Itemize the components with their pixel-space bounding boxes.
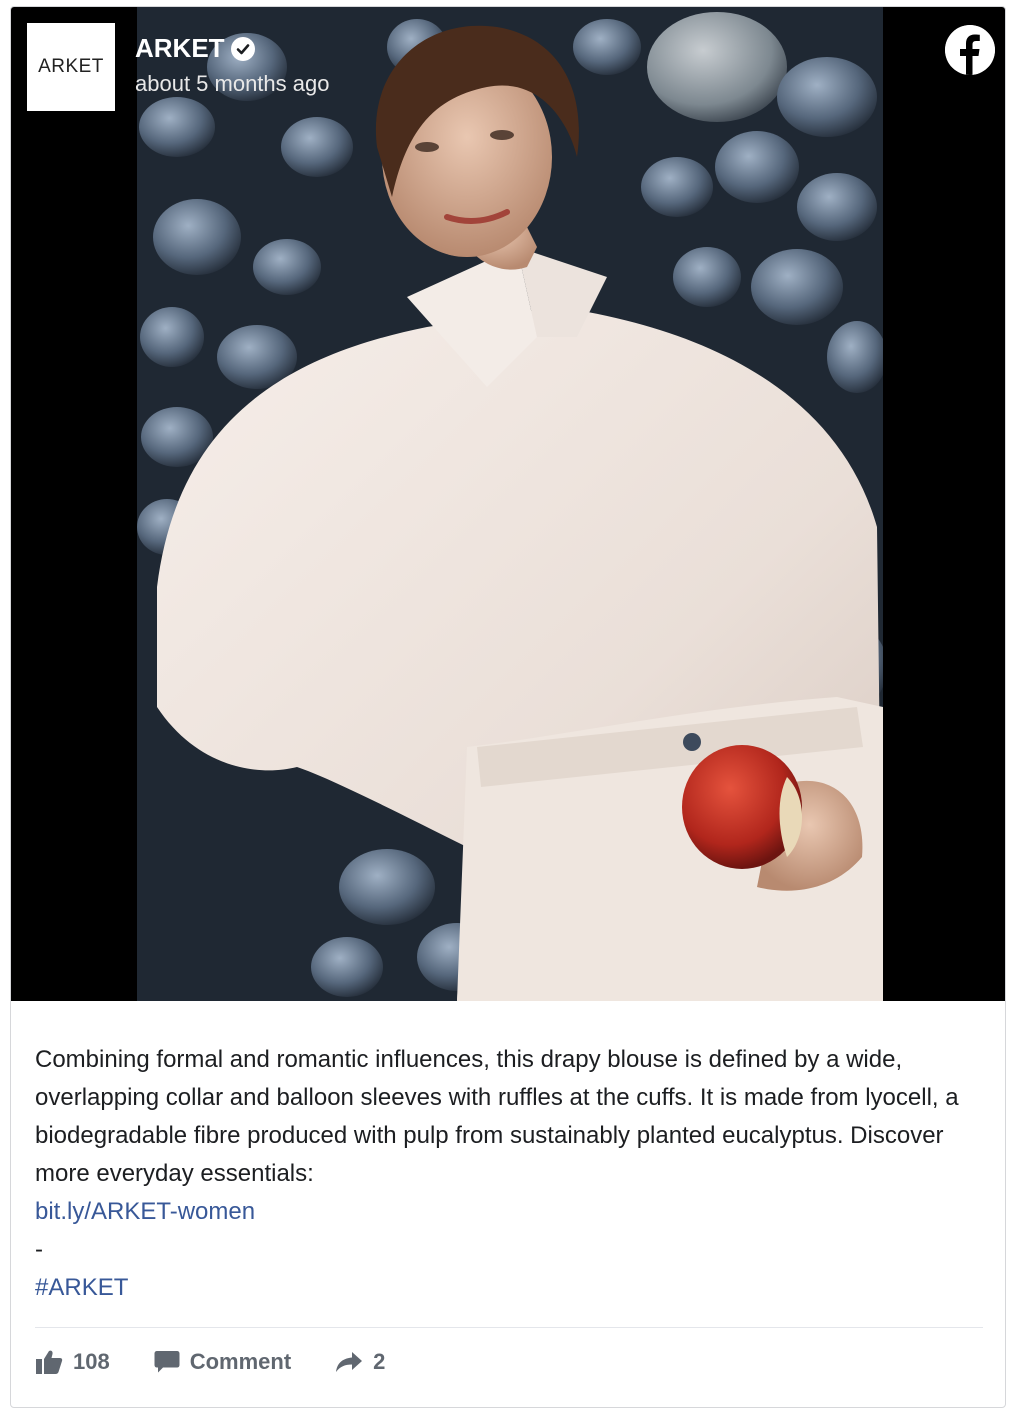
verified-check-icon bbox=[230, 36, 255, 61]
avatar-logo-text: ARKET bbox=[38, 56, 104, 77]
post-media[interactable]: ARKET ARKET about 5 months ago bbox=[11, 7, 1005, 1001]
post-card: ARKET ARKET about 5 months ago Combining… bbox=[10, 6, 1006, 1408]
hashtag-link[interactable]: #ARKET bbox=[35, 1269, 985, 1307]
like-button[interactable]: 108 bbox=[35, 1349, 110, 1375]
post-text: Combining formal and romantic influences… bbox=[35, 1041, 985, 1307]
post-timestamp[interactable]: about 5 months ago bbox=[135, 71, 329, 97]
photo-illustration bbox=[137, 7, 883, 1001]
share-count: 2 bbox=[373, 1349, 386, 1374]
thumbs-up-icon bbox=[35, 1349, 63, 1375]
action-bar: 108 Comment 2 bbox=[35, 1349, 429, 1375]
divider bbox=[35, 1327, 983, 1328]
comment-button[interactable]: Comment bbox=[154, 1349, 291, 1375]
comment-label: Comment bbox=[189, 1349, 292, 1374]
post-body: Combining formal and romantic influences… bbox=[35, 1046, 959, 1187]
share-button[interactable]: 2 bbox=[335, 1349, 385, 1375]
share-arrow-icon bbox=[335, 1351, 363, 1373]
post-photo[interactable] bbox=[137, 7, 883, 1001]
separator: - bbox=[35, 1236, 43, 1263]
page-name[interactable]: ARKET bbox=[135, 33, 225, 64]
page-name-row[interactable]: ARKET bbox=[135, 33, 255, 64]
like-count: 108 bbox=[73, 1349, 110, 1374]
facebook-icon[interactable] bbox=[945, 25, 995, 75]
comment-icon bbox=[154, 1350, 180, 1374]
post-link[interactable]: bit.ly/ARKET-women bbox=[35, 1193, 255, 1231]
page-avatar[interactable]: ARKET bbox=[27, 23, 115, 111]
